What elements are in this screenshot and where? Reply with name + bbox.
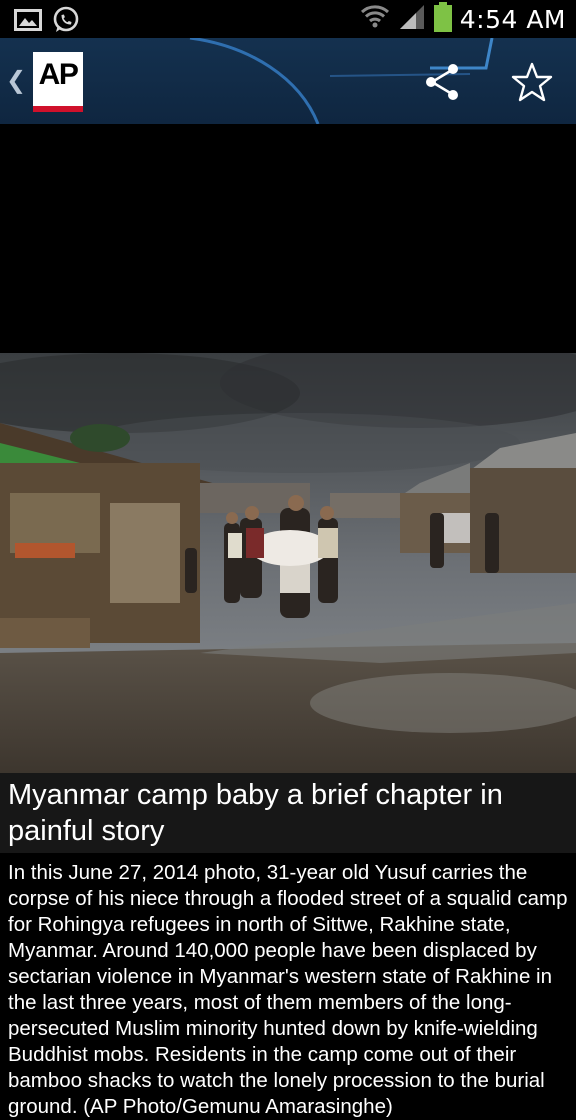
ap-logo[interactable]: AP bbox=[33, 52, 83, 112]
whatsapp-icon bbox=[52, 6, 80, 38]
article-photo[interactable] bbox=[0, 353, 576, 773]
logo-text: AP bbox=[38, 58, 79, 91]
article-content: Myanmar camp baby a brief chapter in pai… bbox=[0, 124, 576, 1118]
photo-caption: In this June 27, 2014 photo, 31-year old… bbox=[8, 861, 568, 1118]
logo-accent-bar bbox=[33, 106, 83, 112]
status-bar: 4:54 AM bbox=[0, 0, 576, 38]
image-icon bbox=[14, 8, 42, 36]
status-time: 4:54 AM bbox=[459, 4, 566, 34]
header-decoration bbox=[189, 38, 494, 124]
signal-icon bbox=[398, 3, 426, 35]
star-icon bbox=[511, 62, 553, 102]
battery-icon bbox=[433, 2, 452, 36]
favorite-button[interactable] bbox=[510, 60, 554, 104]
wifi-icon bbox=[360, 3, 390, 35]
app-bar: ❮ AP bbox=[0, 38, 576, 124]
chevron-left-icon[interactable]: ❮ bbox=[6, 66, 26, 94]
share-icon bbox=[426, 64, 458, 100]
share-button[interactable] bbox=[420, 60, 464, 104]
article-headline[interactable]: Myanmar camp baby a brief chapter in pai… bbox=[0, 773, 576, 853]
